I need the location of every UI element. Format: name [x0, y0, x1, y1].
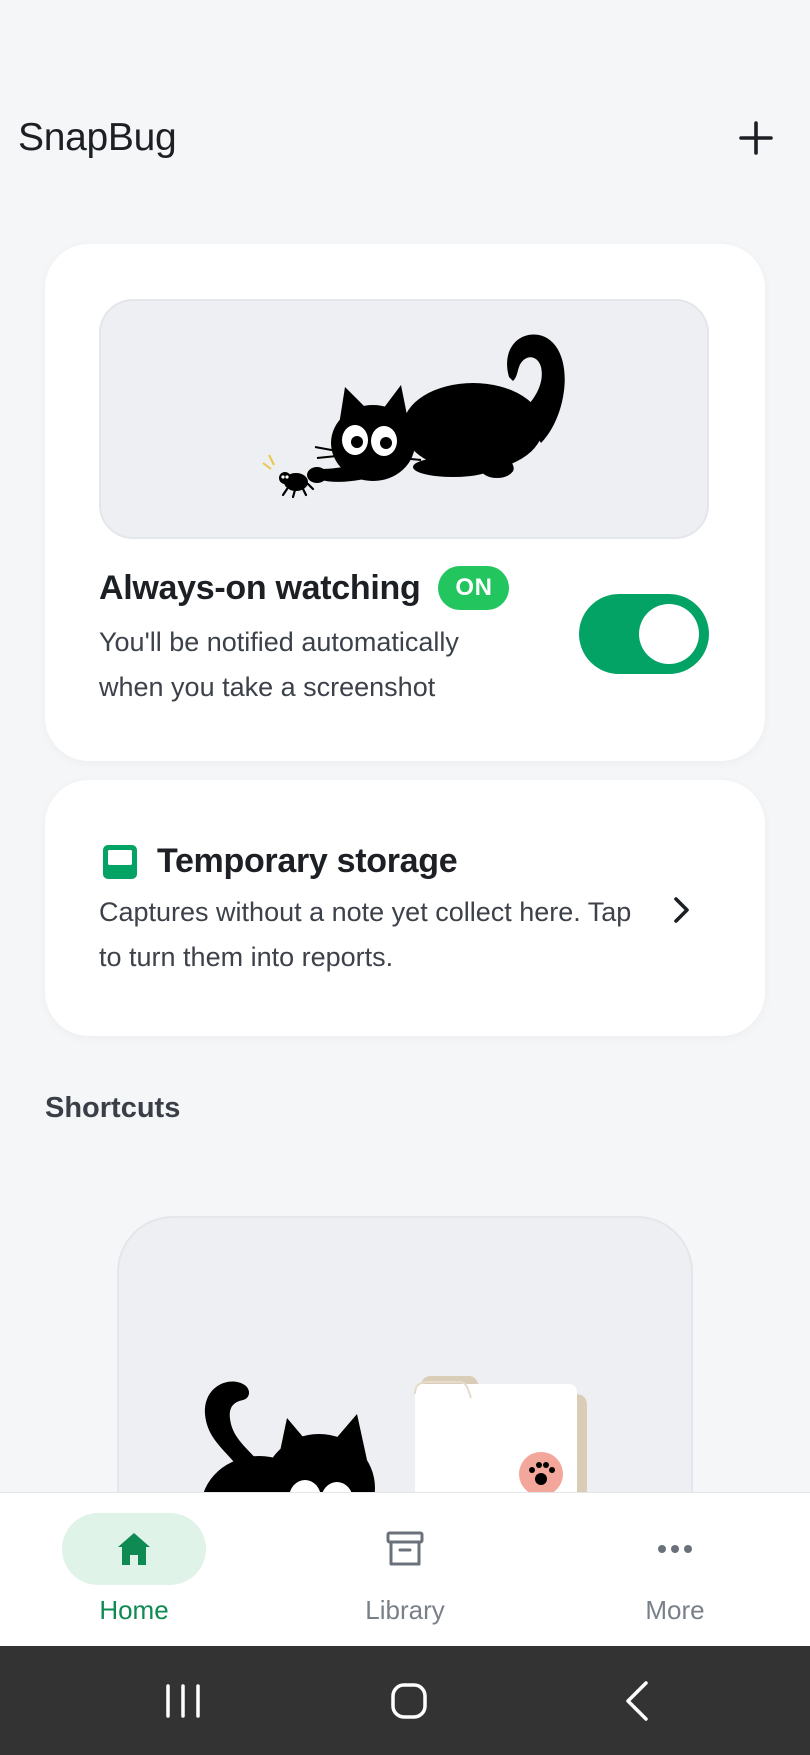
add-button[interactable] — [730, 112, 782, 164]
inbox-tray-icon — [103, 844, 137, 879]
back-chevron-icon — [626, 1681, 648, 1721]
nav-label-home: Home — [99, 1595, 169, 1625]
back-button[interactable] — [602, 1666, 672, 1736]
watch-title: Always-on watching — [99, 568, 421, 607]
nav-more[interactable]: More — [575, 1493, 775, 1647]
temporary-storage-card[interactable]: Temporary storage Captures without a not… — [45, 780, 765, 1036]
shortcuts-heading: Shortcuts — [45, 1092, 181, 1124]
nav-home[interactable]: Home — [34, 1493, 234, 1647]
always-on-toggle[interactable] — [579, 594, 709, 674]
cat-chasing-bug-illustration — [99, 299, 709, 539]
plus-icon — [739, 121, 773, 155]
chevron-right-icon — [674, 897, 689, 923]
recent-apps-icon — [166, 1684, 200, 1718]
always-on-watching-card[interactable]: Always-on watching ON You'll be notified… — [45, 244, 765, 761]
home-icon — [118, 1533, 150, 1565]
recent-apps-button[interactable] — [148, 1666, 218, 1736]
app-title: SnapBug — [18, 116, 177, 159]
nav-label-more: More — [645, 1595, 705, 1625]
bottom-navigation: Home Library More — [0, 1492, 810, 1647]
storage-title: Temporary storage — [157, 842, 458, 880]
black-cat-illustration — [307, 334, 565, 483]
bug-icon — [262, 454, 315, 499]
archive-box-icon — [386, 1531, 424, 1566]
nav-library[interactable]: Library — [305, 1493, 505, 1647]
toggle-knob — [639, 604, 699, 664]
nav-label-library: Library — [365, 1595, 445, 1625]
storage-title-row: Temporary storage — [103, 842, 458, 881]
home-system-button[interactable] — [374, 1666, 444, 1736]
system-navigation-bar — [0, 1646, 810, 1755]
app-header: SnapBug — [0, 0, 810, 200]
status-badge: ON — [438, 566, 510, 610]
watch-description: You'll be notified automatically when yo… — [99, 627, 459, 702]
watch-title-row: Always-on watching ON — [99, 566, 510, 610]
storage-description: Captures without a note yet collect here… — [99, 897, 632, 972]
home-square-icon — [391, 1683, 427, 1719]
more-dots-icon — [658, 1545, 692, 1553]
